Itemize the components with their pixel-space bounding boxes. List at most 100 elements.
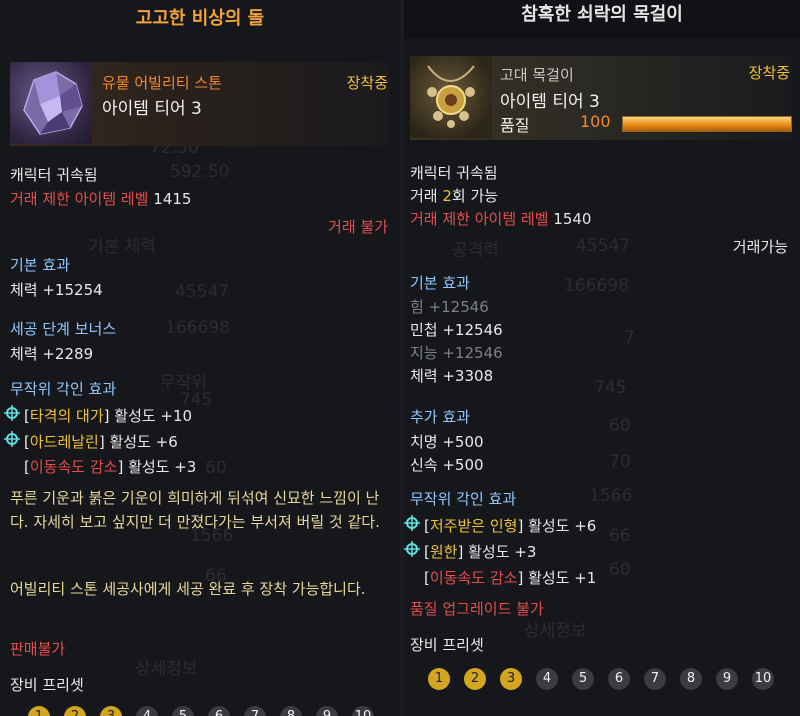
preset-page-button[interactable]: 9 [316,706,338,716]
preset-page-button[interactable]: 6 [208,706,230,716]
item-header: 고대 목걸이 아이템 티어 3 품질 100 장착중 [410,56,792,140]
engraving-row: [타격의 대가] 활성도 +10 [24,405,192,426]
item-title: 참혹한 쇠락의 목걸이 [404,0,800,38]
preset-pager: 123456789 10 [428,668,774,690]
ghost-text: 공격력 [452,241,499,261]
preset-page-button[interactable]: 5 [572,668,594,690]
ghost-text: 1566 [589,486,633,506]
stat-active: 체력 +3308 [410,367,494,385]
engraving-row: [아드레날린] 활성도 +6 [24,431,178,452]
trade-limit-label: 거래 제한 아이템 레벨 [10,190,149,208]
stat-inactive: 지능 +12546 [410,344,503,362]
ghost-text: 60 [609,560,631,580]
preset-page-button[interactable]: 3 [500,668,522,690]
preset-page-button[interactable]: 8 [280,706,302,716]
engraving-name: 이동속도 감소 [29,458,118,476]
ghost-text: 7 [624,328,635,348]
bound-status: 캐릭터 귀속됨 [10,166,98,184]
engrave-gem-icon [4,405,20,421]
upgrade-status: 품질 업그레이드 불가 [410,600,544,618]
ghost-text: 745 [594,378,627,398]
engraving-value: 활성도 +3 [123,458,197,476]
ghost-text: 592.50 [170,162,230,182]
stat-inactive: 힘 +12546 [410,298,489,316]
engraving-name: 타격의 대가 [29,407,104,425]
trade-status: 거래가능 [732,238,788,256]
ghost-text: 70 [609,452,631,472]
base-effect-title: 기본 효과 [410,274,470,292]
equipped-badge: 장착중 [748,64,790,82]
engrave-gem-icon [404,515,420,531]
trade-limit-value: 1540 [553,210,592,228]
preset-page-button[interactable]: 7 [244,706,266,716]
item-tier: 아이템 티어 3 [102,99,202,119]
ghost-text: 무작위 [160,373,207,393]
trade-limit: 거래 제한 아이템 레벨 1540 [410,208,591,229]
item-header: 유물 어빌리티 스톤 아이템 티어 3 장착중 [10,62,390,146]
trade-limit-value: 1415 [153,190,192,208]
left-item-tooltip: 72.50 592.50 기본 체력 45547 166698 무작위 745 … [0,0,400,716]
trade-limit-label: 거래 제한 아이템 레벨 [410,210,549,228]
ghost-text: 66 [609,526,631,546]
engraving-value: 활성도 +1 [523,569,597,587]
preset-page-button[interactable]: 10 [352,706,374,716]
preset-page-button[interactable]: 9 [716,668,738,690]
engraving-value: 활성도 +3 [463,543,537,561]
ghost-text: 166698 [564,276,629,296]
trade-count: 거래 2회 가능 [410,185,498,206]
engraving-value: 활성도 +6 [104,433,178,451]
stat-active: 민첩 +12546 [410,321,503,339]
ability-stone-icon [10,62,92,144]
engraving-row: [이동속도 감소] 활성도 +3 [24,456,196,477]
trade-count-prefix: 거래 [410,187,443,205]
necklace-icon [410,56,492,138]
preset-page-button[interactable]: 1 [28,706,50,716]
flavor-text: 푸른 기운과 붉은 기운이 희미하게 뒤섞여 신묘한 느낌이 난다. 자세히 보… [10,489,380,531]
bound-status: 캐릭터 귀속됨 [410,164,498,182]
trade-limit: 거래 제한 아이템 레벨 1415 [10,188,191,209]
ghost-text: 기본 체력 [88,237,156,257]
preset-page-button[interactable]: 1 [428,668,450,690]
preset-page-button[interactable]: 10 [752,668,774,690]
engrave-title: 무작위 각인 효과 [10,380,117,398]
preset-pager: 1 2 3 4 5 6 7 8 9 10 [28,706,374,716]
preset-page-button[interactable]: 7 [644,668,666,690]
engraving-value: 활성도 +6 [523,517,597,535]
preset-page-button[interactable]: 6 [608,668,630,690]
engrave-title: 무작위 각인 효과 [410,490,517,508]
trade-count-suffix: 회 가능 [451,187,499,205]
preset-page-button[interactable]: 4 [536,668,558,690]
engraving-row: [저주받은 인형] 활성도 +6 [424,515,596,536]
trade-count-number: 2 [442,187,452,205]
engraving-name: 원한 [429,543,458,561]
engraving-name: 이동속도 감소 [429,569,518,587]
quality-value: 100 [580,112,611,131]
bonus-title: 세공 단계 보너스 [10,320,117,338]
ghost-text: 60 [609,416,631,436]
engraving-row: [원한] 활성도 +3 [424,541,536,562]
quality-label: 품질 [500,116,530,135]
ghost-text: 45547 [576,236,631,256]
quality-bar-fill [623,117,791,131]
ghost-text: 60 [205,458,227,478]
preset-page-button[interactable]: 5 [172,706,194,716]
item-category: 고대 목걸이 [500,66,574,84]
trade-status: 거래 불가 [328,218,388,236]
sell-status: 판매불가 [10,640,66,658]
preset-page-button[interactable]: 3 [100,706,122,716]
ghost-text: 166698 [165,318,230,338]
bonus-stat: 체력 +2289 [10,345,94,363]
preset-page-button[interactable]: 4 [136,706,158,716]
preset-page-button[interactable]: 8 [680,668,702,690]
equipped-badge: 장착중 [346,74,388,92]
ghost-text: 상세정보 [135,659,198,679]
preset-page-button[interactable]: 2 [64,706,86,716]
right-item-tooltip: 공격력 45547 166698 7 745 60 70 1566 66 60 … [404,38,800,716]
engrave-gem-icon [4,431,20,447]
quality-bar [622,116,792,132]
craft-note: 어빌리티 스톤 세공사에게 세공 완료 후 장착 가능합니다. [10,580,366,598]
base-effect-stat: 체력 +15254 [10,281,103,299]
extra-stat: 치명 +500 [410,433,484,451]
preset-page-button[interactable]: 2 [464,668,486,690]
engrave-gem-icon [404,541,420,557]
